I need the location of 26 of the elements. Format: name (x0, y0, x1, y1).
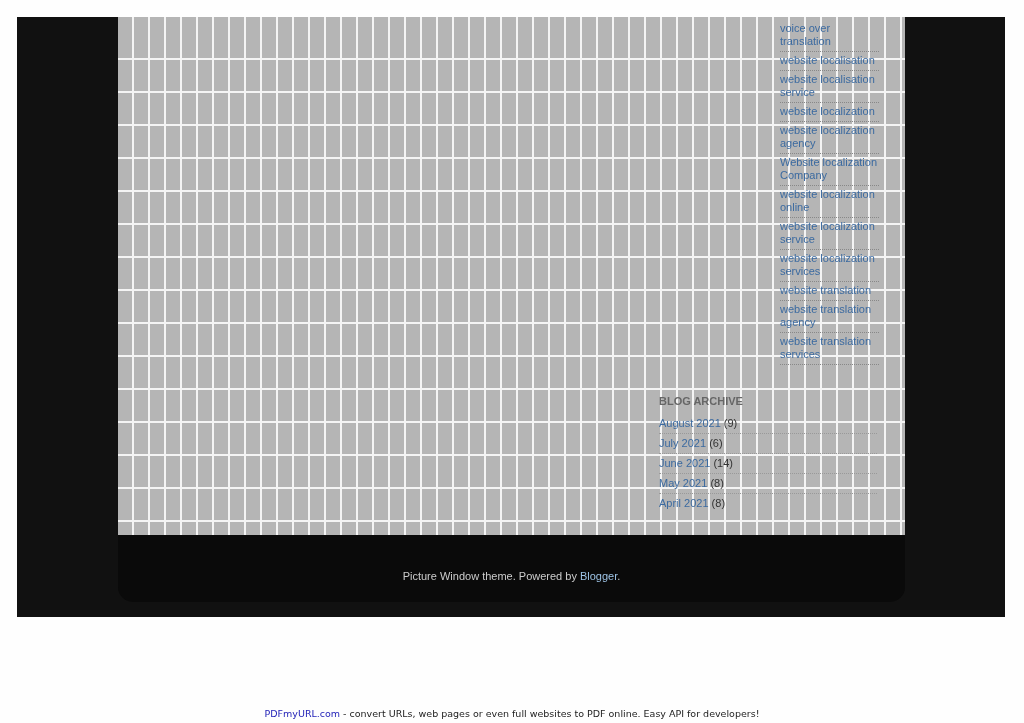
blogger-link[interactable]: Blogger (579, 570, 618, 582)
archive-link[interactable]: May 2021 (659, 477, 708, 490)
post-count: (6) (709, 437, 723, 450)
label-link[interactable]: website translation agency (780, 303, 879, 329)
label-link[interactable]: website translation (780, 284, 879, 297)
banner-text: PDFmyURL.com - convert URLs, web pages or even full websites to PDF online. Easy API for developers! (264, 708, 760, 719)
footer-text: Picture Window theme. Powered by Blogger. (402, 570, 621, 582)
archive-link[interactable]: April 2021 (659, 497, 709, 510)
label-link[interactable]: voice over translation (780, 22, 879, 48)
label-link[interactable]: Website localization Company (780, 156, 879, 182)
label-link[interactable]: website localisation (780, 54, 879, 67)
label-link[interactable]: website localisation service (780, 73, 879, 99)
label-link[interactable]: website localization (780, 105, 879, 118)
archive-link[interactable]: August 2021 (659, 417, 721, 430)
label-link[interactable]: website localization online (780, 188, 879, 214)
label-link[interactable]: website localization service (780, 220, 879, 246)
site-link[interactable]: PDFmyURL.com (264, 708, 341, 719)
post-count: (8) (710, 477, 724, 490)
archive-link[interactable]: June 2021 (659, 457, 711, 470)
label-link[interactable]: website localization services (780, 252, 879, 278)
label-link[interactable]: website localization agency (780, 124, 879, 150)
post-count: (14) (713, 457, 733, 470)
label-link[interactable]: website translation services (780, 335, 879, 361)
post-count: (8) (711, 497, 726, 510)
archive-link[interactable]: July 2021 (659, 437, 707, 450)
post-count: (9) (723, 417, 738, 430)
